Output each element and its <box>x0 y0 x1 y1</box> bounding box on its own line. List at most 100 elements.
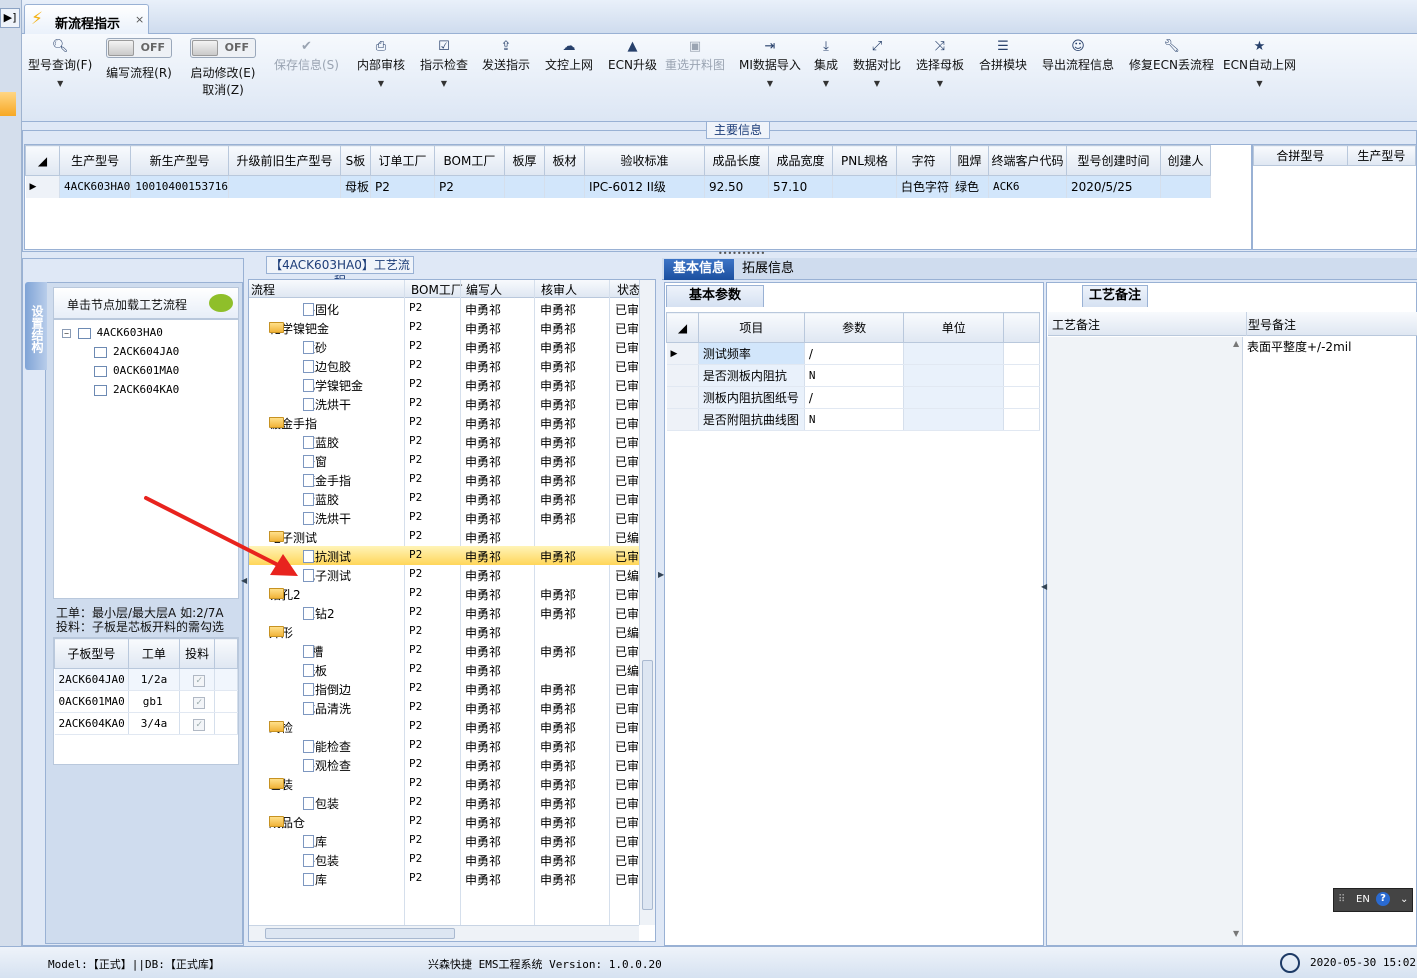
checkbox[interactable]: ✓ <box>193 674 206 687</box>
process-bom-cell[interactable]: P2 <box>409 643 422 656</box>
process-name-cell[interactable]: 压蓝胶 <box>303 434 339 451</box>
process-row[interactable]: − 包装 P2 申勇祁 申勇祁 已审 <box>249 774 639 793</box>
process-name-cell[interactable]: 化学镍钯金 <box>303 377 363 394</box>
process-bom-cell[interactable]: P2 <box>409 320 422 333</box>
column-header[interactable]: BOM工厂 <box>433 145 505 176</box>
process-name-cell[interactable]: 成品清洗 <box>303 700 351 717</box>
internal-review-button[interactable]: ⎙ 内部审核 ▼ <box>357 38 405 91</box>
process-row[interactable]: − 成品仓 P2 申勇祁 申勇祁 已审 <box>249 812 639 831</box>
tab-extended-info[interactable]: 拓展信息 <box>738 259 798 280</box>
process-writer-cell[interactable]: 申勇祁 <box>465 586 501 603</box>
cancel-label[interactable]: 取消(Z) <box>202 83 244 97</box>
process-reviewer-cell[interactable]: 申勇祁 <box>540 377 576 394</box>
process-reviewer-cell[interactable]: 申勇祁 <box>540 795 576 812</box>
table-row[interactable]: ▶ 测试频率 / <box>666 342 1040 365</box>
process-note-area[interactable] <box>1047 337 1243 945</box>
model-query-button[interactable]: 🔍︎ 型号查询(F) ▼ <box>28 38 92 91</box>
doc-control-online-button[interactable]: ☁ 文控上网 <box>545 38 593 73</box>
table-cell[interactable]: 4ACK603HA0 <box>59 175 132 198</box>
table-cell[interactable]: 绿色 <box>950 175 989 198</box>
dropdown-caret-icon[interactable]: ▼ <box>853 77 901 91</box>
process-status-cell[interactable]: 已审 <box>615 757 639 774</box>
process-status-cell[interactable]: 已审 <box>615 852 639 869</box>
process-reviewer-cell[interactable]: 申勇祁 <box>540 852 576 869</box>
process-writer-cell[interactable]: 申勇祁 <box>465 358 501 375</box>
process-name-cell[interactable]: 出库 <box>303 871 327 888</box>
close-tab-icon[interactable]: × <box>135 13 144 26</box>
process-name-cell[interactable]: 外包装 <box>303 852 339 869</box>
process-name-cell[interactable]: − 外形 <box>269 624 293 641</box>
column-header[interactable]: 工艺备注 <box>1052 316 1100 333</box>
help-icon[interactable]: ? <box>1376 892 1390 906</box>
process-bom-cell[interactable]: P2 <box>409 548 422 561</box>
process-writer-cell[interactable]: 申勇祁 <box>465 738 501 755</box>
table-row[interactable]: 是否附阻抗曲线图 N <box>666 408 1040 431</box>
process-row[interactable]: 压蓝胶 P2 申勇祁 申勇祁 已审 <box>249 432 639 451</box>
process-status-cell[interactable]: 已编 <box>615 529 639 546</box>
process-name-cell[interactable]: 水洗烘干 <box>303 510 351 527</box>
process-writer-cell[interactable]: 申勇祁 <box>465 301 501 318</box>
process-reviewer-cell[interactable]: 申勇祁 <box>540 586 576 603</box>
process-name-cell[interactable]: 铣板 <box>303 662 327 679</box>
process-status-cell[interactable]: 已审 <box>615 358 639 375</box>
table-cell[interactable]: 1/2a <box>128 668 180 691</box>
table-cell[interactable] <box>832 175 897 198</box>
column-header[interactable]: S板 <box>339 145 371 176</box>
column-header[interactable]: 验收标准 <box>583 145 705 176</box>
process-reviewer-cell[interactable]: 申勇祁 <box>540 681 576 698</box>
column-header[interactable]: 工单 <box>127 638 180 669</box>
process-writer-cell[interactable]: 申勇祁 <box>465 491 501 508</box>
table-cell[interactable]: 2020/5/25 <box>1066 175 1161 198</box>
process-row[interactable]: 喷砂 P2 申勇祁 申勇祁 已审 <box>249 337 639 356</box>
process-writer-cell[interactable]: 申勇祁 <box>465 567 501 584</box>
column-header[interactable]: 子板型号 <box>54 638 129 669</box>
table-cell[interactable]: 是否附阻抗曲线图 <box>698 408 805 431</box>
toggle-switch[interactable]: OFF <box>106 38 172 58</box>
process-name-cell[interactable]: − 钻孔2 <box>269 586 301 603</box>
process-reviewer-cell[interactable]: 申勇祁 <box>540 700 576 717</box>
process-bom-cell[interactable]: P2 <box>409 529 422 542</box>
process-row[interactable]: 外观检查 P2 申勇祁 申勇祁 已审 <box>249 755 639 774</box>
process-status-cell[interactable]: 已审 <box>615 719 639 736</box>
start-modify-toggle[interactable]: OFF 启动修改(E) 取消(Z) <box>190 38 256 98</box>
column-header[interactable]: 字符 <box>895 145 951 176</box>
table-cell[interactable] <box>544 175 585 198</box>
process-writer-cell[interactable]: 申勇祁 <box>465 453 501 470</box>
column-header[interactable]: 阻焊 <box>949 145 989 176</box>
process-writer-cell[interactable]: 申勇祁 <box>465 871 501 888</box>
process-writer-cell[interactable]: 申勇祁 <box>465 339 501 356</box>
process-bom-cell[interactable]: P2 <box>409 472 422 485</box>
tree-node[interactable]: 2ACK604JA0 <box>94 345 179 358</box>
table-cell[interactable] <box>903 342 1005 365</box>
process-status-cell[interactable]: 已审 <box>615 320 639 337</box>
process-status-cell[interactable]: 已审 <box>615 833 639 850</box>
process-writer-cell[interactable]: 申勇祁 <box>465 757 501 774</box>
side-toggle-button[interactable]: ▶] <box>0 8 20 28</box>
process-bom-cell[interactable]: P2 <box>409 738 422 751</box>
process-status-cell[interactable]: 已审 <box>615 586 639 603</box>
process-bom-cell[interactable]: P2 <box>409 339 422 352</box>
process-reviewer-cell[interactable]: 申勇祁 <box>540 833 576 850</box>
column-header[interactable]: 创建人 <box>1159 145 1211 176</box>
table-row[interactable]: ▶ 4ACK603HA0 10010400153716 母板 P2 P2 IPC… <box>25 175 1211 198</box>
process-status-cell[interactable]: 已审 <box>615 605 639 622</box>
process-row[interactable]: 内包装 P2 申勇祁 申勇祁 已审 <box>249 793 639 812</box>
scroll-thumb[interactable] <box>265 928 455 939</box>
process-bom-cell[interactable]: P2 <box>409 358 422 371</box>
checkbox[interactable]: ✓ <box>193 718 206 731</box>
process-bom-cell[interactable]: P2 <box>409 510 422 523</box>
process-status-cell[interactable]: 已审 <box>615 339 639 356</box>
table-cell[interactable]: 92.50 <box>704 175 769 198</box>
column-header[interactable]: 核审人 <box>541 281 577 298</box>
process-name-cell[interactable]: 内包装 <box>303 795 339 812</box>
checkbox[interactable] <box>94 384 107 396</box>
table-cell[interactable]: 测板内阻抗图纸号 <box>698 386 805 409</box>
process-bom-cell[interactable]: P2 <box>409 301 422 314</box>
integrate-button[interactable]: ⤓ 集成 ▼ <box>814 38 838 91</box>
process-status-cell[interactable]: 已审 <box>615 871 639 888</box>
column-header[interactable]: 板厚 <box>503 145 545 176</box>
table-cell[interactable]: gb1 <box>128 690 180 713</box>
table-cell[interactable]: 测试频率 <box>698 342 805 365</box>
table-row[interactable]: 2ACK604KA0 3/4a ✓ <box>54 712 238 735</box>
process-row[interactable]: V槽 P2 申勇祁 申勇祁 已审 <box>249 641 639 660</box>
